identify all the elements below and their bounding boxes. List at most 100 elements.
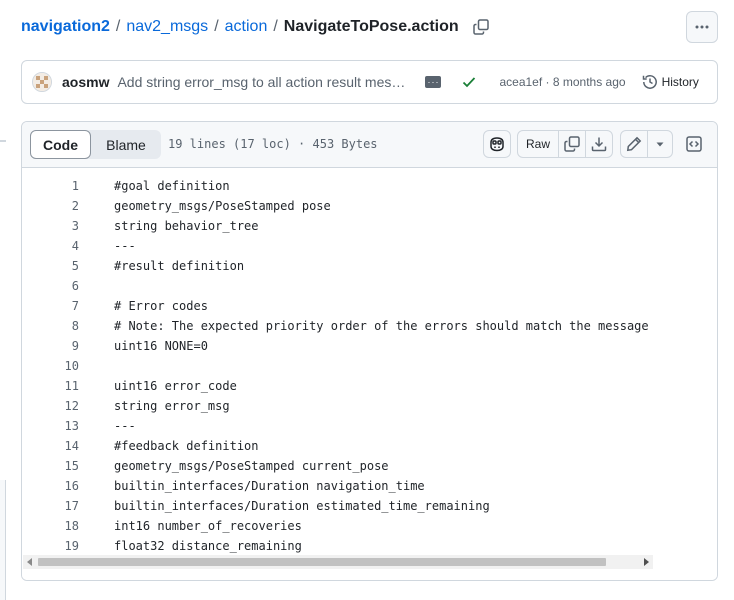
code-line: 3 string behavior_tree — [22, 216, 717, 236]
line-number[interactable]: 4 — [22, 239, 79, 253]
line-number[interactable]: 3 — [22, 219, 79, 233]
line-number[interactable]: 15 — [22, 459, 79, 473]
code-line: 12 string error_msg — [22, 396, 717, 416]
copy-icon — [472, 19, 489, 35]
code-view[interactable]: 1 #goal definition 2 geometry_msgs/PoseSta… — [22, 168, 717, 580]
line-number[interactable]: 13 — [22, 419, 79, 433]
breadcrumb-current-file: NavigateToPose.action — [283, 18, 459, 35]
line-number[interactable]: 12 — [22, 399, 79, 413]
file-header: Code Blame 19 lines (17 loc) · 453 Bytes… — [22, 122, 717, 168]
line-number[interactable]: 16 — [22, 479, 79, 493]
code-line: 10 — [22, 356, 717, 376]
more-options-button[interactable] — [686, 11, 718, 43]
kebab-horizontal-icon — [695, 25, 709, 29]
edit-file-button[interactable] — [620, 130, 648, 158]
commit-status-check[interactable] — [461, 74, 477, 90]
tab-blame[interactable]: Blame — [91, 130, 161, 159]
gutter-divider — [0, 140, 6, 142]
line-number[interactable]: 6 — [22, 279, 79, 293]
code-line: 19 float32 distance_remaining — [22, 536, 717, 556]
breadcrumb-separator: / — [115, 18, 121, 35]
file-viewer: Code Blame 19 lines (17 loc) · 453 Bytes… — [21, 121, 718, 581]
gutter-panel-edge — [0, 480, 6, 600]
line-number[interactable]: 11 — [22, 379, 79, 393]
breadcrumb-folder-action[interactable]: action — [225, 18, 268, 36]
avatar[interactable] — [32, 72, 52, 92]
ellipsis-icon: ··· — [427, 76, 440, 87]
breadcrumb-separator: / — [214, 18, 219, 35]
breadcrumb: navigation2 / nav2_msgs / action / Navig… — [21, 14, 490, 40]
tab-code[interactable]: Code — [30, 130, 91, 159]
download-raw-button[interactable] — [585, 130, 613, 158]
code-line: 15 geometry_msgs/PoseStamped current_pose — [22, 456, 717, 476]
code-line: 4 --- — [22, 236, 717, 256]
code-line: 8 # Note: The expected priority order of … — [22, 316, 717, 336]
line-content: uint16 error_code — [114, 379, 237, 393]
horizontal-scrollbar[interactable] — [23, 555, 653, 569]
line-content: --- — [114, 419, 136, 433]
line-content: uint16 NONE=0 — [114, 339, 208, 353]
copy-icon — [564, 136, 580, 152]
expand-commit-message-button[interactable]: ··· — [425, 76, 442, 88]
code-line: 13 --- — [22, 416, 717, 436]
line-content: --- — [114, 239, 136, 253]
check-icon — [463, 77, 476, 88]
code-square-icon — [686, 136, 702, 152]
line-content: string behavior_tree — [114, 219, 259, 233]
breadcrumb-folder-nav2-msgs[interactable]: nav2_msgs — [126, 18, 208, 36]
commit-author[interactable]: aosmw — [62, 74, 109, 90]
symbols-panel-button[interactable] — [682, 133, 706, 155]
raw-button[interactable]: Raw — [517, 130, 559, 158]
line-number[interactable]: 5 — [22, 259, 79, 273]
commit-age: 8 months ago — [552, 75, 626, 89]
code-line: 16 builtin_interfaces/Duration navigation… — [22, 476, 717, 496]
line-content: float32 distance_remaining — [114, 539, 302, 553]
breadcrumb-repo-link[interactable]: navigation2 — [21, 18, 110, 36]
view-mode-toggle: Code Blame — [30, 130, 161, 159]
line-content: #goal definition — [114, 179, 230, 193]
code-line: 17 builtin_interfaces/Duration estimated_… — [22, 496, 717, 516]
history-button[interactable]: History — [642, 74, 699, 90]
line-content: # Error codes — [114, 299, 208, 313]
commit-sha-and-age: acea1ef · 8 months ago — [499, 75, 625, 89]
copilot-icon — [490, 137, 504, 152]
dot-separator: · — [545, 75, 550, 89]
line-content: geometry_msgs/PoseStamped pose — [114, 199, 331, 213]
line-number[interactable]: 17 — [22, 499, 79, 513]
line-number[interactable]: 8 — [22, 319, 79, 333]
scroll-left-icon[interactable] — [27, 558, 32, 566]
copy-raw-content-button[interactable] — [558, 130, 586, 158]
line-number[interactable]: 18 — [22, 519, 79, 533]
copy-path-button[interactable] — [472, 18, 490, 36]
line-number[interactable]: 14 — [22, 439, 79, 453]
author-avatar-icon — [33, 73, 51, 91]
line-number[interactable]: 7 — [22, 299, 79, 313]
code-line: 6 — [22, 276, 717, 296]
history-icon — [642, 75, 657, 89]
pencil-icon — [626, 136, 642, 152]
line-number[interactable]: 1 — [22, 179, 79, 193]
triangle-down-icon — [656, 142, 664, 147]
code-line: 18 int16 number_of_recoveries — [22, 516, 717, 536]
scrollbar-thumb[interactable] — [38, 558, 606, 566]
line-number[interactable]: 9 — [22, 339, 79, 353]
code-line: 9 uint16 NONE=0 — [22, 336, 717, 356]
line-content: geometry_msgs/PoseStamped current_pose — [114, 459, 389, 473]
line-content: #result definition — [114, 259, 245, 273]
code-line: 11 uint16 error_code — [22, 376, 717, 396]
line-number[interactable]: 19 — [22, 539, 79, 553]
line-content: builtin_interfaces/Duration navigation_t… — [114, 479, 425, 493]
line-number[interactable]: 10 — [22, 359, 79, 373]
line-content: #feedback definition — [114, 439, 259, 453]
file-info: 19 lines (17 loc) · 453 Bytes — [168, 137, 378, 151]
code-line: 2 geometry_msgs/PoseStamped pose — [22, 196, 717, 216]
commit-sha-link[interactable]: acea1ef — [499, 75, 542, 89]
line-content: int16 number_of_recoveries — [114, 519, 302, 533]
commit-message[interactable]: Add string error_msg to all action resul… — [117, 74, 407, 90]
line-number[interactable]: 2 — [22, 199, 79, 213]
scroll-right-icon[interactable] — [644, 558, 649, 566]
edit-options-dropdown[interactable] — [647, 130, 673, 158]
ask-copilot-button[interactable] — [483, 130, 511, 158]
code-line: 14 #feedback definition — [22, 436, 717, 456]
download-icon — [591, 137, 607, 152]
